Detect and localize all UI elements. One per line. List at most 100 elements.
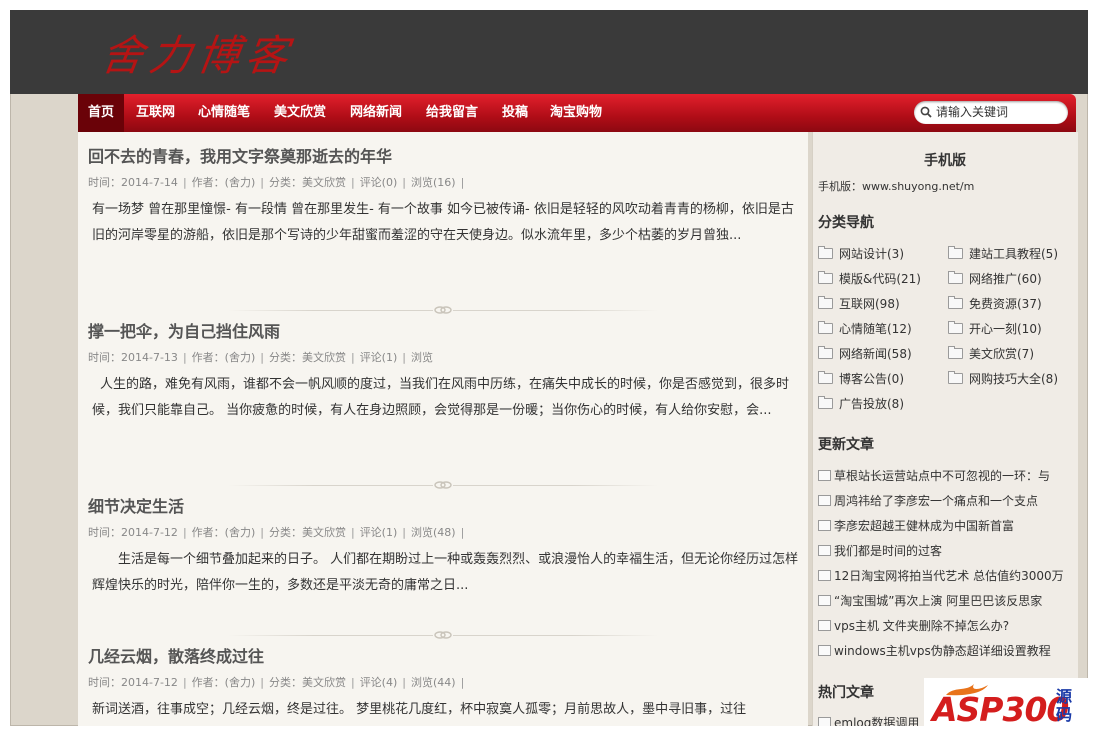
folder-icon (948, 271, 963, 284)
popular-heading: 热门文章 (818, 685, 874, 701)
folder-icon (818, 321, 833, 334)
folder-icon (948, 346, 963, 359)
category-link[interactable]: 网站设计(3) (818, 245, 904, 263)
post-item: 细节决定生活 时间：2014-7-12 | 作者：(舍力) | 分类：美文欣赏 | 评论(1… (88, 496, 803, 599)
category-link[interactable]: 免费资源(37) (948, 295, 1042, 313)
recent-article-link[interactable]: 我们都是时间的过客 (818, 542, 1076, 560)
folder-icon (948, 296, 963, 309)
folder-icon (948, 321, 963, 334)
document-icon (818, 495, 831, 506)
recent-article-link[interactable]: 李彦宏超越王健林成为中国新首富 (818, 517, 1076, 535)
category-link[interactable]: 广告投放(8) (818, 395, 904, 413)
sidebar: 手机版 手机版：www.shuyong.net/m 分类导航 网站设计(3) 建… (812, 132, 1078, 726)
category-link[interactable]: 网络新闻(58) (818, 345, 912, 363)
search-icon[interactable] (920, 106, 932, 118)
folder-icon (818, 396, 833, 409)
category-link[interactable]: 网络推广(60) (948, 270, 1042, 288)
recent-article-link[interactable]: windows主机vps伪静态超详细设置教程 (818, 642, 1076, 660)
post-title[interactable]: 细节决定生活 (88, 496, 803, 518)
post-views: 浏览 (411, 351, 433, 364)
folder-icon (818, 346, 833, 359)
recent-heading: 更新文章 (818, 437, 874, 453)
knot-ornament-icon (433, 480, 453, 490)
recent-article-link[interactable]: “淘宝围城”再次上演 阿里巴巴该反思家 (818, 592, 1076, 610)
asp300-watermark: ASP300 源码 (924, 678, 1098, 734)
post-date: 时间：2014-7-14 (88, 176, 178, 189)
category-link[interactable]: 互联网(98) (818, 295, 900, 313)
post-views: 浏览(44) (411, 676, 456, 689)
post-date: 时间：2014-7-13 (88, 351, 178, 364)
recent-article-link[interactable]: 草根站长运营站点中不可忽视的一环：与 (818, 467, 1076, 485)
post-excerpt: 人生的路，难免有风雨，谁都不会一帆风顺的度过，当我们在风雨中历练，在痛失中成长的… (92, 377, 790, 418)
post-divider (228, 305, 658, 315)
post-category[interactable]: 分类：美文欣赏 (269, 526, 346, 539)
document-icon (818, 620, 831, 631)
folder-icon (818, 296, 833, 309)
search-box (914, 101, 1068, 124)
post-title[interactable]: 撑一把伞，为自己挡住风雨 (88, 321, 803, 343)
mobile-heading: 手机版 (924, 153, 966, 169)
post-author[interactable]: 作者：(舍力) (192, 351, 256, 364)
post-excerpt: 新词送酒，往事成空；几经云烟，终是过往。 梦里桃花几度红，杯中寂寞人孤零；月前思… (92, 702, 747, 717)
document-icon (818, 470, 831, 481)
search-input[interactable] (936, 103, 1060, 121)
site-logo[interactable]: 舍力博客 (98, 22, 299, 83)
categories-heading: 分类导航 (818, 215, 874, 231)
nav-item-guestbook[interactable]: 给我留言 (426, 94, 478, 132)
post-category[interactable]: 分类：美文欣赏 (269, 351, 346, 364)
category-link[interactable]: 心情随笔(12) (818, 320, 912, 338)
document-icon (818, 595, 831, 606)
document-icon (818, 570, 831, 581)
post-comments[interactable]: 评论(0) (360, 176, 398, 189)
nav-item-essays[interactable]: 美文欣赏 (274, 94, 326, 132)
post-meta: 时间：2014-7-12 | 作者：(舍力) | 分类：美文欣赏 | 评论(4) | 浏览(44… (88, 676, 465, 689)
post-author[interactable]: 作者：(舍力) (192, 676, 256, 689)
category-link[interactable]: 建站工具教程(5) (948, 245, 1058, 263)
category-link[interactable]: 模版&代码(21) (818, 270, 921, 288)
category-link[interactable]: 网购技巧大全(8) (948, 370, 1058, 388)
recent-article-link[interactable]: 周鸿祎给了李彦宏一个痛点和一个支点 (818, 492, 1076, 510)
post-meta: 时间：2014-7-12 | 作者：(舍力) | 分类：美文欣赏 | 评论(1) | 浏览(48… (88, 526, 465, 539)
category-link[interactable]: 博客公告(0) (818, 370, 904, 388)
post-excerpt: 生活是每一个细节叠加起来的日子。 人们都在期盼过上一种或轰轰烈烈、或浪漫怡人的幸… (92, 552, 799, 593)
folder-icon (948, 246, 963, 259)
post-comments[interactable]: 评论(1) (360, 526, 398, 539)
category-link[interactable]: 美文欣赏(7) (948, 345, 1034, 363)
post-comments[interactable]: 评论(1) (360, 351, 398, 364)
folder-icon (948, 371, 963, 384)
post-views: 浏览(16) (411, 176, 456, 189)
recent-article-link[interactable]: 12日淘宝网将拍当代艺术 总估值约3000万 (818, 567, 1076, 585)
document-icon (818, 645, 831, 656)
post-item: 回不去的青春，我用文字祭奠那逝去的年华 时间：2014-7-14 | 作者：(舍力)… (88, 146, 803, 275)
watermark-suffix: 源码 (1056, 687, 1073, 724)
mobile-url[interactable]: 手机版：www.shuyong.net/m (818, 178, 974, 194)
post-author[interactable]: 作者：(舍力) (192, 176, 256, 189)
post-meta: 时间：2014-7-13 | 作者：(舍力) | 分类：美文欣赏 | 评论(1) | 浏览 (88, 351, 433, 364)
category-link[interactable]: 开心一刻(10) (948, 320, 1042, 338)
nav-item-mood[interactable]: 心情随笔 (198, 94, 250, 132)
browser-viewport: 舍力博客 首页 互联网 心情随笔 美文欣赏 网络新闻 给我留言 投稿 淘宝购物 … (10, 10, 1088, 726)
post-title[interactable]: 回不去的青春，我用文字祭奠那逝去的年华 (88, 146, 803, 168)
document-icon (818, 520, 831, 531)
recent-article-link[interactable]: vps主机 文件夹删除不掉怎么办? (818, 617, 1076, 635)
folder-icon (818, 271, 833, 284)
nav-item-home[interactable]: 首页 (78, 94, 125, 132)
nav-item-submit[interactable]: 投稿 (502, 94, 528, 132)
post-category[interactable]: 分类：美文欣赏 (269, 676, 346, 689)
post-category[interactable]: 分类：美文欣赏 (269, 176, 346, 189)
document-icon (818, 545, 831, 556)
nav-item-taobao[interactable]: 淘宝购物 (550, 94, 602, 132)
main-nav: 首页 互联网 心情随笔 美文欣赏 网络新闻 给我留言 投稿 淘宝购物 (78, 94, 1076, 132)
post-list: 回不去的青春，我用文字祭奠那逝去的年华 时间：2014-7-14 | 作者：(舍力)… (78, 132, 808, 726)
nav-item-internet[interactable]: 互联网 (136, 94, 175, 132)
post-comments[interactable]: 评论(4) (360, 676, 398, 689)
post-meta: 时间：2014-7-14 | 作者：(舍力) | 分类：美文欣赏 | 评论(0) | 浏览(16… (88, 176, 465, 189)
post-item: 几经云烟，散落终成过往 时间：2014-7-12 | 作者：(舍力) | 分类：美文欣赏… (88, 646, 803, 726)
post-title[interactable]: 几经云烟，散落终成过往 (88, 646, 803, 668)
nav-item-news[interactable]: 网络新闻 (350, 94, 402, 132)
post-views: 浏览(48) (411, 526, 456, 539)
post-excerpt: 有一场梦 曾在那里憧憬- 有一段情 曾在那里发生- 有一个故事 如今已被传诵- … (92, 202, 794, 243)
knot-ornament-icon (433, 630, 453, 640)
post-author[interactable]: 作者：(舍力) (192, 526, 256, 539)
document-icon (818, 717, 831, 726)
